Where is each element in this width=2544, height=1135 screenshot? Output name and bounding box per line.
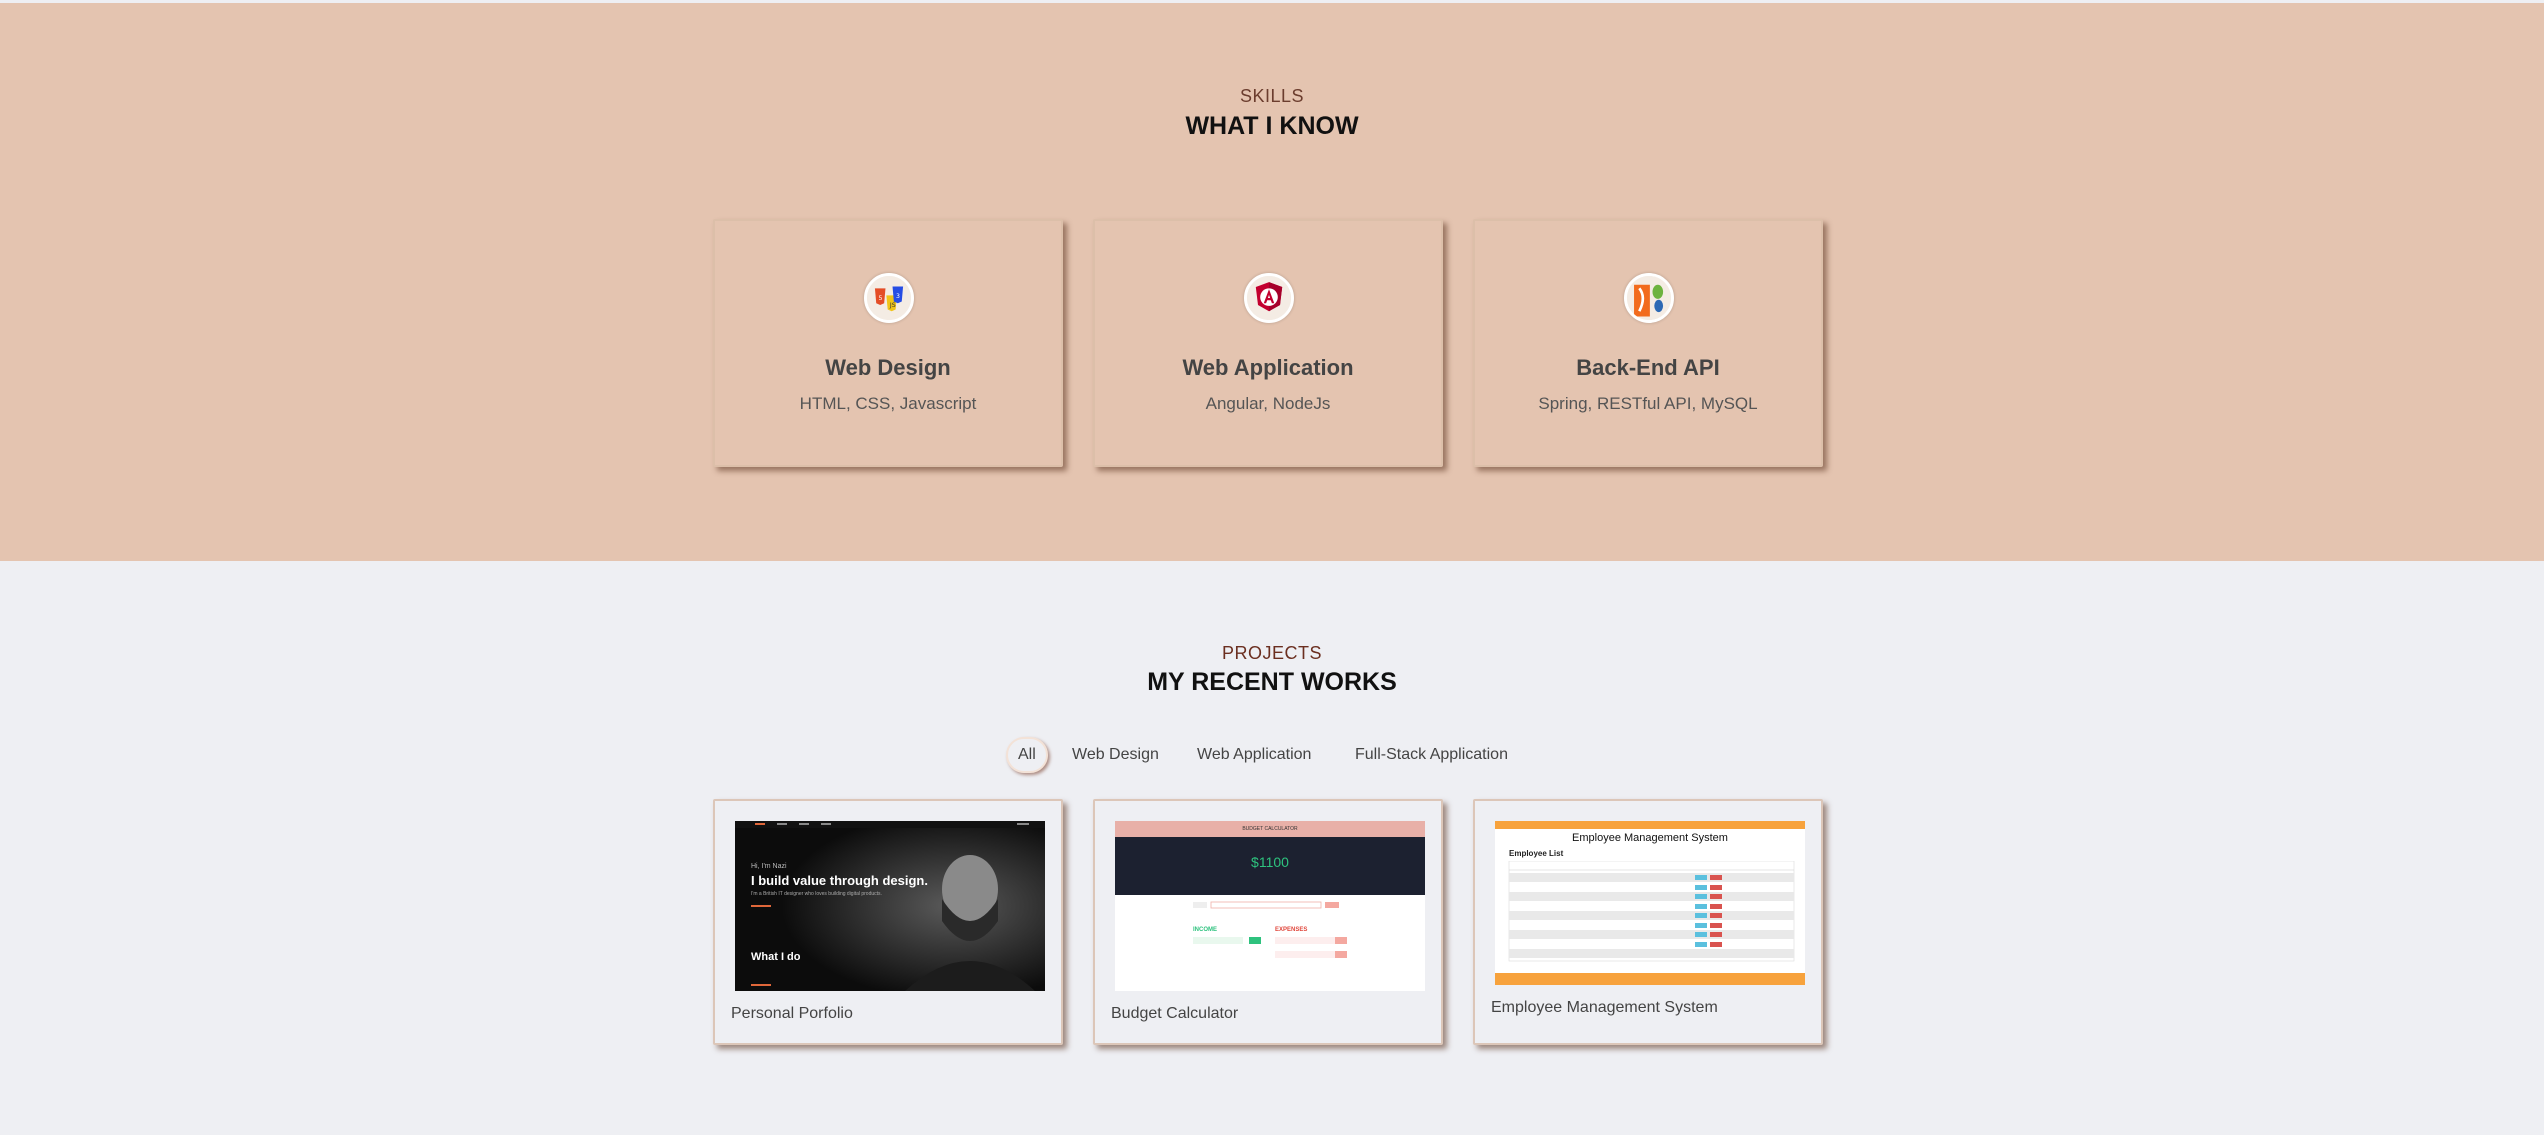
skill-desc: Angular, NodeJs <box>1205 394 1331 413</box>
portrait-image <box>735 821 1045 991</box>
filter-web-design[interactable]: Web Design <box>1072 737 1159 773</box>
angular-icon <box>1244 273 1294 323</box>
projects-eyebrow: PROJECTS <box>1221 643 1322 663</box>
skills-title: WHAT I KNOW <box>1185 112 1359 140</box>
skills-eyebrow: SKILLS <box>1239 86 1305 106</box>
svg-text:JS: JS <box>889 302 896 309</box>
thumb-form-image <box>1193 901 1347 958</box>
spring-mysql-icon <box>1624 273 1674 323</box>
thumb-table-image <box>1495 861 1805 985</box>
skill-card-back-end-api: Back-End API Spring, RESTful API, MySQL <box>1473 219 1823 467</box>
skill-name: Web Application <box>1182 355 1354 380</box>
project-filters: All Web Design Web Application Full-Stac… <box>0 737 2544 773</box>
thumb-expenses-label: EXPENSES <box>1275 927 1308 933</box>
thumb-income-label: INCOME <box>1193 927 1217 933</box>
project-card-personal-portfolio[interactable]: Hi, I'm Nazi I build value through desig… <box>713 799 1063 1045</box>
projects-section: PROJECTS MY RECENT WORKS All Web Design … <box>0 561 2544 1135</box>
skill-name: Web Design <box>825 355 951 380</box>
skill-name: Back-End API <box>1576 355 1720 380</box>
project-name: Budget Calculator <box>1111 1005 1239 1022</box>
thumb-headline: I build value through design. <box>751 873 928 888</box>
project-card-employee-management-system[interactable]: Employee Management System Employee List <box>1473 799 1823 1045</box>
thumb-subline: I'm a British IT designer who loves buil… <box>751 891 882 897</box>
html-css-js-icon: 5 JS 3 <box>864 273 914 323</box>
projects-title: MY RECENT WORKS <box>1147 668 1397 696</box>
thumb-title: Employee Management System <box>1572 832 1728 844</box>
svg-text:5: 5 <box>878 295 882 302</box>
thumb-footer: What I do <box>751 951 801 963</box>
skill-card-web-application: Web Application Angular, NodeJs <box>1093 219 1443 467</box>
project-thumbnail[interactable]: Hi, I'm Nazi I build value through desig… <box>735 821 1045 991</box>
project-thumbnail[interactable]: Employee Management System Employee List <box>1495 821 1805 985</box>
skill-desc: HTML, CSS, Javascript <box>799 394 977 413</box>
filter-web-application[interactable]: Web Application <box>1197 737 1311 773</box>
thumb-amount: $1100 <box>1251 854 1289 870</box>
thumb-header: BUDGET CALCULATOR <box>1115 821 1425 837</box>
project-card-budget-calculator[interactable]: BUDGET CALCULATOR $1100 INCOME EXPENSES … <box>1093 799 1443 1045</box>
project-name: Personal Porfolio <box>731 1005 853 1022</box>
skills-section: SKILLS WHAT I KNOW 5 JS 3 Web Design HTM… <box>0 3 2544 561</box>
skill-card-web-design: 5 JS 3 Web Design HTML, CSS, Javascript <box>713 219 1063 467</box>
skill-desc: Spring, RESTful API, MySQL <box>1538 394 1758 413</box>
filter-all[interactable]: All <box>1006 737 1048 773</box>
filter-full-stack-application[interactable]: Full-Stack Application <box>1355 737 1508 773</box>
thumb-greeting: Hi, I'm Nazi <box>751 863 787 870</box>
project-thumbnail[interactable]: BUDGET CALCULATOR $1100 INCOME EXPENSES <box>1115 821 1425 991</box>
thumb-list-title: Employee List <box>1509 849 1564 858</box>
thumb-topbar <box>1495 821 1805 829</box>
svg-text:3: 3 <box>896 293 900 300</box>
project-name: Employee Management System <box>1491 999 1718 1016</box>
